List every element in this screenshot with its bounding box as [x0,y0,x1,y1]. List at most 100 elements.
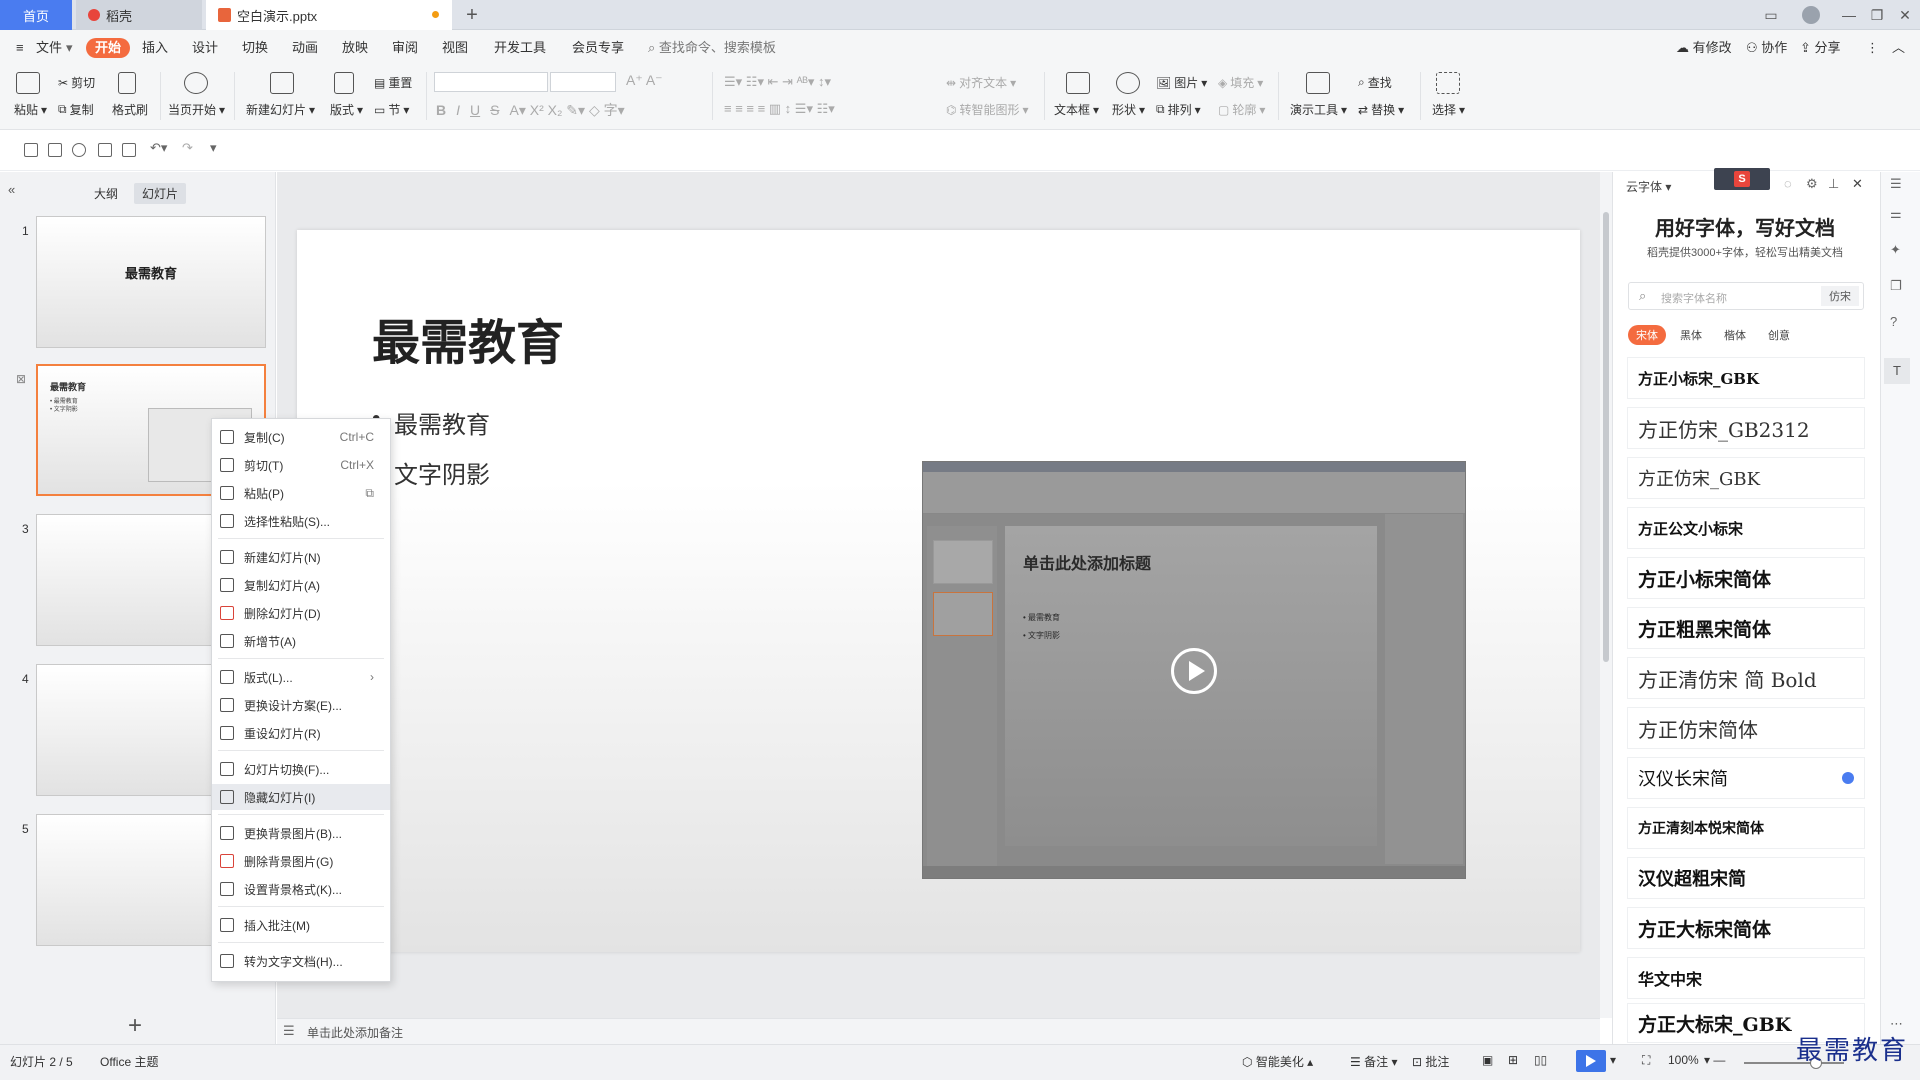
tab-home[interactable]: 首页 [0,0,72,30]
menu-animation[interactable]: 动画 [292,38,318,58]
category-heiti[interactable]: 黑体 [1680,327,1702,343]
hamburger-icon[interactable]: ≡ [16,38,24,58]
menu-slide-transition[interactable]: 幻灯片切换(F)... [212,756,390,782]
embedded-video[interactable]: 单击此处添加标题 • 最需教育 • 文字阴影 [922,461,1466,879]
slide-thumbnail-1[interactable]: 最需教育 [36,216,266,348]
redo-icon[interactable]: ↷ [182,140,193,156]
new-tab-button[interactable]: + [458,0,486,30]
gear-icon[interactable]: ⚙ [1806,176,1818,192]
font-size-select[interactable] [550,72,616,92]
font-item[interactable]: 华文中宋 [1627,957,1865,999]
slide-bullet-2[interactable]: 文字阴影 [394,455,490,490]
smart-beautify-button[interactable]: ⬡ 智能美化 ▴ [1242,1053,1313,1070]
menu-background-format[interactable]: 设置背景格式(K)... [212,876,390,902]
from-current-button[interactable]: 当页开始 ▾ [168,101,225,118]
font-item[interactable]: 方正小标宋_GBK [1627,357,1865,399]
more-icon[interactable]: ⋮ [1866,38,1879,58]
undo-icon[interactable]: ↶▾ [150,140,167,156]
list-icons[interactable]: ☰▾ ☷▾ ⇤ ⇥ ᴬᴮ▾ ↕▾ [724,74,831,90]
slide-title[interactable]: 最需教育 [372,303,564,373]
zoom-level[interactable]: 100% [1668,1053,1699,1067]
reading-view-icon[interactable]: ▯▯ [1534,1053,1547,1067]
normal-view-icon[interactable]: ▣ [1482,1053,1493,1067]
menu-design[interactable]: 设计 [192,38,218,58]
fit-window-icon[interactable]: ⛶ [1642,1053,1650,1068]
play-button[interactable] [1171,648,1217,694]
avatar[interactable] [1794,0,1828,30]
pin-icon[interactable]: ⊥ [1828,176,1839,192]
font-item[interactable]: 方正仿宋_GB2312 [1627,407,1865,449]
menu-view[interactable]: 视图 [442,38,468,58]
arrange-button[interactable]: ⧉ 排列 ▾ [1156,101,1201,118]
find-button[interactable]: ⌕ 查找 [1358,74,1392,91]
copy-button[interactable]: ⧉ 复制 [58,101,94,118]
cut-button[interactable]: ✂ 剪切 [58,74,95,91]
text-format-icons[interactable]: B I U S A▾ X² X₂ ✎▾ ◇ 字▾ [436,100,625,120]
font-search-tag[interactable]: 仿宋 [1821,286,1859,306]
chat-icon[interactable]: ◌ [1784,176,1792,191]
font-item[interactable]: 汉仪长宋简 [1627,757,1865,799]
menu-cut[interactable]: 剪切(T) Ctrl+X [212,452,390,478]
collapse-ribbon-icon[interactable]: ︿ [1892,38,1905,58]
customize-icon[interactable]: ▾ [210,140,217,156]
menu-transition[interactable]: 切换 [242,38,268,58]
replace-button[interactable]: ⇄ 替换 ▾ [1358,101,1404,118]
menu-paste[interactable]: 粘贴(P) ⧉ [212,480,390,506]
menu-duplicate-slide[interactable]: 复制幻灯片(A) [212,572,390,598]
menu-reset-slide[interactable]: 重设幻灯片(R) [212,720,390,746]
menu-slideshow[interactable]: 放映 [342,38,368,58]
new-doc-icon[interactable] [24,143,38,157]
menu-change-background[interactable]: 更换背景图片(B)... [212,820,390,846]
tab-outline[interactable]: 大纲 [86,183,126,204]
outline-button[interactable]: ▢ 轮廓 ▾ [1218,101,1265,118]
export-icon[interactable] [72,143,86,157]
menu-start[interactable]: 开始 [86,38,131,58]
smart-shape-button[interactable]: ⌬ 转智能图形 ▾ [946,101,1029,118]
close-icon[interactable]: ✕ [1852,176,1863,192]
picture-button[interactable]: 🖼 图片 ▾ [1156,74,1207,91]
font-item[interactable]: 方正大标宋简体 [1627,907,1865,949]
font-item[interactable]: 方正仿宋_GBK [1627,457,1865,499]
font-item[interactable]: 方正粗黑宋简体 [1627,607,1865,649]
theme-name[interactable]: Office 主题 [100,1053,158,1070]
font-item[interactable]: 方正清仿宋 简 Bold [1627,657,1865,699]
reset-button[interactable]: ▤ 重置 [374,74,412,91]
select-button[interactable]: 选择 ▾ [1432,101,1465,118]
modified-status[interactable]: ☁ 有修改 [1676,38,1732,58]
font-item[interactable]: 方正清刻本悦宋简体 [1627,807,1865,849]
menu-vip[interactable]: 会员专享 [572,38,624,58]
menu-convert-to-doc[interactable]: 转为文字文档(H)... [212,948,390,974]
category-kaiti[interactable]: 楷体 [1724,327,1746,343]
font-item[interactable]: 方正仿宋简体 [1627,707,1865,749]
print-preview-icon[interactable] [122,143,136,157]
category-songti[interactable]: 宋体 [1628,325,1666,345]
shape-button[interactable]: 形状 ▾ [1112,101,1145,118]
tab-document[interactable]: 空白演示.pptx [206,0,452,30]
slideshow-options-icon[interactable]: ▾ [1610,1053,1616,1067]
collab-button[interactable]: ⚇ 协作 [1746,38,1787,58]
menu-delete-slide[interactable]: 删除幻灯片(D) [212,600,390,626]
font-search-input[interactable]: ⌕ 搜索字体名称 仿宋 [1628,282,1864,310]
sorter-view-icon[interactable]: ⊞ [1508,1053,1518,1067]
text-icon[interactable]: T [1884,358,1910,384]
menu-developer[interactable]: 开发工具 [494,38,546,58]
menu-copy[interactable]: 复制(C) Ctrl+C [212,424,390,450]
layout-button[interactable]: 版式 ▾ [330,101,363,118]
menu-insert[interactable]: 插入 [142,38,168,58]
present-tools-button[interactable]: 演示工具 ▾ [1290,101,1347,118]
notes-toggle[interactable]: ☰ 备注 ▾ [1350,1053,1397,1070]
font-item[interactable]: 方正小标宋简体 [1627,557,1865,599]
section-button[interactable]: ▭ 节 ▾ [374,101,409,118]
zoom-out-icon[interactable]: ▾ — [1704,1053,1725,1067]
settings-sliders-icon[interactable]: ⚌ [1890,206,1902,222]
font-grow-icon[interactable]: A⁺ A⁻ [626,72,663,89]
menu-delete-background[interactable]: 删除背景图片(G) [212,848,390,874]
menu-hide-slide[interactable]: 隐藏幻灯片(I) [212,784,390,810]
menu-layout[interactable]: 版式(L)... › [212,664,390,690]
menu-lines-icon[interactable]: ☰ [1890,176,1902,192]
pin-icon[interactable]: ✦ [1890,242,1901,258]
font-name-select[interactable] [434,72,548,92]
paste-button[interactable]: 粘贴 ▾ [14,101,47,118]
add-slide-button[interactable]: + [128,1012,142,1040]
comment-toggle[interactable]: ⊡ 批注 [1412,1053,1449,1070]
